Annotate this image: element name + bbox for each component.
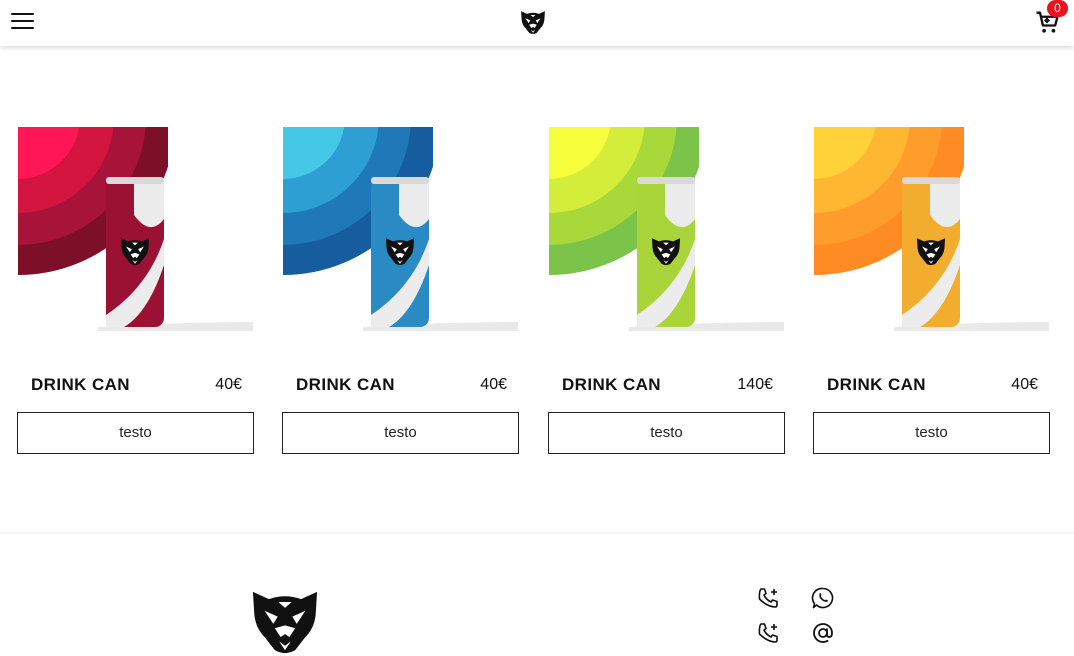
product-button[interactable]: testo	[282, 412, 519, 454]
at-sign-icon[interactable]	[811, 621, 835, 645]
product-price: 40€	[1011, 376, 1038, 393]
tiger-logo-icon[interactable]	[519, 9, 547, 35]
product-price: 40€	[215, 376, 242, 393]
whatsapp-icon[interactable]	[811, 586, 835, 610]
product-info-row: DRINK CAN 40€	[31, 375, 242, 397]
tiger-logo-icon	[248, 586, 322, 656]
product-info-row: DRINK CAN 40€	[827, 375, 1038, 397]
product-button[interactable]: testo	[548, 412, 785, 454]
product-price: 140€	[737, 376, 773, 393]
product-image[interactable]	[18, 127, 253, 331]
product-card: DRINK CAN 40€ testo	[17, 127, 255, 454]
product-name: DRINK CAN	[31, 375, 130, 394]
product-image[interactable]	[283, 127, 518, 331]
product-card: DRINK CAN 140€ testo	[548, 127, 786, 454]
product-image[interactable]	[814, 127, 1049, 331]
product-name: DRINK CAN	[562, 375, 661, 394]
product-button[interactable]: testo	[17, 412, 254, 454]
hamburger-menu-icon[interactable]	[11, 11, 35, 31]
product-card: DRINK CAN 40€ testo	[282, 127, 520, 454]
product-image[interactable]	[549, 127, 784, 331]
top-navbar: 0	[0, 0, 1074, 46]
product-name: DRINK CAN	[296, 375, 395, 394]
phone-add-icon[interactable]	[756, 586, 780, 610]
phone-add-icon[interactable]	[756, 621, 780, 645]
product-info-row: DRINK CAN 140€	[562, 375, 773, 397]
product-info-row: DRINK CAN 40€	[296, 375, 507, 397]
product-price: 40€	[480, 376, 507, 393]
cart-count-badge: 0	[1047, 0, 1068, 17]
footer	[0, 532, 1074, 654]
product-name: DRINK CAN	[827, 375, 926, 394]
product-card: DRINK CAN 40€ testo	[813, 127, 1051, 454]
product-grid: DRINK CAN 40€ testo DRINK CAN 40€ testo	[0, 127, 1074, 467]
product-button[interactable]: testo	[813, 412, 1050, 454]
